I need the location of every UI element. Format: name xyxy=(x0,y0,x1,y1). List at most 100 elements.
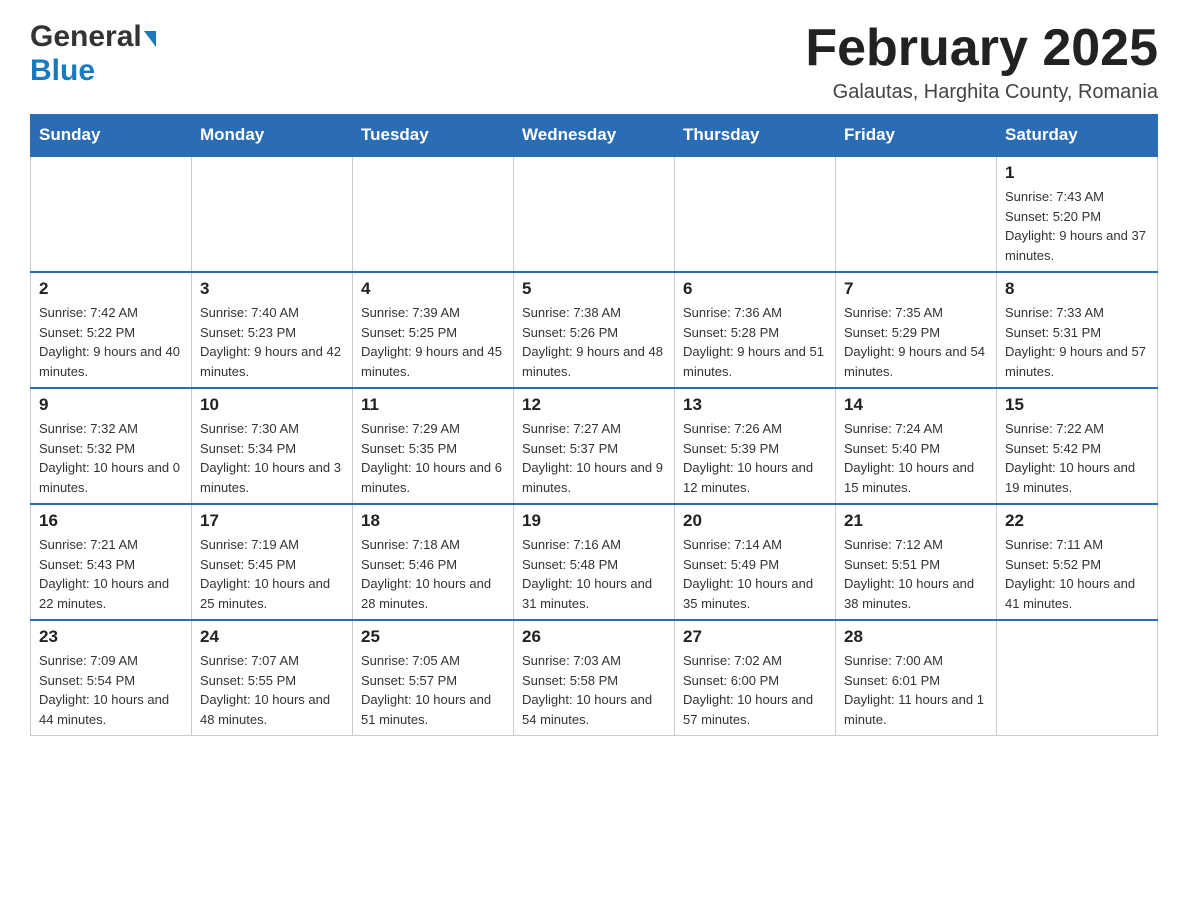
day-number: 1 xyxy=(1005,163,1149,183)
calendar-cell: 24 Sunrise: 7:07 AMSunset: 5:55 PMDayligh… xyxy=(192,620,353,736)
calendar-cell: 14 Sunrise: 7:24 AMSunset: 5:40 PMDayligh… xyxy=(836,388,997,504)
calendar-cell: 9Sunrise: 7:32 AMSunset: 5:32 PMDaylight… xyxy=(31,388,192,504)
calendar-week-2: 2 Sunrise: 7:42 AMSunset: 5:22 PMDaylight… xyxy=(31,272,1158,388)
logo-general-text: General xyxy=(30,20,142,54)
day-number: 24 xyxy=(200,627,344,647)
day-number: 18 xyxy=(361,511,505,531)
day-number: 27 xyxy=(683,627,827,647)
calendar-week-4: 16Sunrise: 7:21 AMSunset: 5:43 PMDayligh… xyxy=(31,504,1158,620)
day-number: 4 xyxy=(361,279,505,299)
day-info: Sunrise: 7:11 AMSunset: 5:52 PMDaylight:… xyxy=(1005,535,1149,613)
calendar-cell xyxy=(514,156,675,272)
day-info: Sunrise: 7:29 AMSunset: 5:35 PMDaylight:… xyxy=(361,419,505,497)
weekday-header-row: SundayMondayTuesdayWednesdayThursdayFrid… xyxy=(31,115,1158,157)
calendar-cell: 27 Sunrise: 7:02 AMSunset: 6:00 PMDayligh… xyxy=(675,620,836,736)
day-number: 26 xyxy=(522,627,666,647)
calendar-cell: 25Sunrise: 7:05 AMSunset: 5:57 PMDayligh… xyxy=(353,620,514,736)
calendar-week-5: 23Sunrise: 7:09 AMSunset: 5:54 PMDayligh… xyxy=(31,620,1158,736)
day-info: Sunrise: 7:38 AMSunset: 5:26 PMDaylight:… xyxy=(522,303,666,381)
day-info: Sunrise: 7:18 AMSunset: 5:46 PMDaylight:… xyxy=(361,535,505,613)
day-info: Sunrise: 7:07 AMSunset: 5:55 PMDaylight:… xyxy=(200,651,344,729)
calendar-subtitle: Galautas, Harghita County, Romania xyxy=(805,81,1158,104)
calendar-cell: 23Sunrise: 7:09 AMSunset: 5:54 PMDayligh… xyxy=(31,620,192,736)
day-number: 17 xyxy=(200,511,344,531)
day-number: 7 xyxy=(844,279,988,299)
day-info: Sunrise: 7:35 AMSunset: 5:29 PMDaylight:… xyxy=(844,303,988,381)
calendar-cell: 20 Sunrise: 7:14 AMSunset: 5:49 PMDayligh… xyxy=(675,504,836,620)
calendar-cell: 19 Sunrise: 7:16 AMSunset: 5:48 PMDayligh… xyxy=(514,504,675,620)
day-info: Sunrise: 7:27 AMSunset: 5:37 PMDaylight:… xyxy=(522,419,666,497)
day-number: 8 xyxy=(1005,279,1149,299)
day-number: 15 xyxy=(1005,395,1149,415)
day-info: Sunrise: 7:40 AMSunset: 5:23 PMDaylight:… xyxy=(200,303,344,381)
day-number: 6 xyxy=(683,279,827,299)
calendar-cell: 6 Sunrise: 7:36 AMSunset: 5:28 PMDaylight… xyxy=(675,272,836,388)
weekday-header-friday: Friday xyxy=(836,115,997,157)
logo-arrow-icon xyxy=(144,31,156,47)
calendar-cell: 17Sunrise: 7:19 AMSunset: 5:45 PMDayligh… xyxy=(192,504,353,620)
logo-blue-text: Blue xyxy=(30,54,95,87)
calendar-cell: 21 Sunrise: 7:12 AMSunset: 5:51 PMDayligh… xyxy=(836,504,997,620)
day-number: 13 xyxy=(683,395,827,415)
day-info: Sunrise: 7:22 AMSunset: 5:42 PMDaylight:… xyxy=(1005,419,1149,497)
day-number: 21 xyxy=(844,511,988,531)
calendar-cell: 22 Sunrise: 7:11 AMSunset: 5:52 PMDayligh… xyxy=(997,504,1158,620)
weekday-header-sunday: Sunday xyxy=(31,115,192,157)
day-number: 11 xyxy=(361,395,505,415)
weekday-header-tuesday: Tuesday xyxy=(353,115,514,157)
day-number: 20 xyxy=(683,511,827,531)
day-info: Sunrise: 7:24 AMSunset: 5:40 PMDaylight:… xyxy=(844,419,988,497)
calendar-cell: 10 Sunrise: 7:30 AMSunset: 5:34 PMDayligh… xyxy=(192,388,353,504)
day-number: 2 xyxy=(39,279,183,299)
weekday-header-thursday: Thursday xyxy=(675,115,836,157)
calendar-table: SundayMondayTuesdayWednesdayThursdayFrid… xyxy=(30,114,1158,736)
calendar-cell xyxy=(675,156,836,272)
page-header: General Blue February 2025 Galautas, Har… xyxy=(30,20,1158,104)
day-number: 22 xyxy=(1005,511,1149,531)
calendar-cell: 2 Sunrise: 7:42 AMSunset: 5:22 PMDaylight… xyxy=(31,272,192,388)
calendar-cell: 15 Sunrise: 7:22 AMSunset: 5:42 PMDayligh… xyxy=(997,388,1158,504)
day-info: Sunrise: 7:30 AMSunset: 5:34 PMDaylight:… xyxy=(200,419,344,497)
calendar-cell xyxy=(836,156,997,272)
calendar-week-1: 1Sunrise: 7:43 AMSunset: 5:20 PMDaylight… xyxy=(31,156,1158,272)
calendar-cell xyxy=(997,620,1158,736)
calendar-cell: 5 Sunrise: 7:38 AMSunset: 5:26 PMDaylight… xyxy=(514,272,675,388)
calendar-cell: 1Sunrise: 7:43 AMSunset: 5:20 PMDaylight… xyxy=(997,156,1158,272)
calendar-week-3: 9Sunrise: 7:32 AMSunset: 5:32 PMDaylight… xyxy=(31,388,1158,504)
day-number: 9 xyxy=(39,395,183,415)
day-number: 14 xyxy=(844,395,988,415)
day-info: Sunrise: 7:05 AMSunset: 5:57 PMDaylight:… xyxy=(361,651,505,729)
calendar-cell: 28 Sunrise: 7:00 AMSunset: 6:01 PMDayligh… xyxy=(836,620,997,736)
day-info: Sunrise: 7:02 AMSunset: 6:00 PMDaylight:… xyxy=(683,651,827,729)
day-info: Sunrise: 7:09 AMSunset: 5:54 PMDaylight:… xyxy=(39,651,183,729)
day-number: 10 xyxy=(200,395,344,415)
calendar-cell xyxy=(353,156,514,272)
calendar-cell: 11 Sunrise: 7:29 AMSunset: 5:35 PMDayligh… xyxy=(353,388,514,504)
weekday-header-monday: Monday xyxy=(192,115,353,157)
calendar-cell: 13 Sunrise: 7:26 AMSunset: 5:39 PMDayligh… xyxy=(675,388,836,504)
day-number: 5 xyxy=(522,279,666,299)
day-info: Sunrise: 7:12 AMSunset: 5:51 PMDaylight:… xyxy=(844,535,988,613)
calendar-cell: 18 Sunrise: 7:18 AMSunset: 5:46 PMDayligh… xyxy=(353,504,514,620)
calendar-title: February 2025 xyxy=(805,20,1158,77)
day-info: Sunrise: 7:03 AMSunset: 5:58 PMDaylight:… xyxy=(522,651,666,729)
day-info: Sunrise: 7:36 AMSunset: 5:28 PMDaylight:… xyxy=(683,303,827,381)
logo: General Blue xyxy=(30,20,156,88)
day-number: 3 xyxy=(200,279,344,299)
title-section: February 2025 Galautas, Harghita County,… xyxy=(805,20,1158,104)
weekday-header-saturday: Saturday xyxy=(997,115,1158,157)
day-info: Sunrise: 7:33 AMSunset: 5:31 PMDaylight:… xyxy=(1005,303,1149,381)
calendar-cell: 3 Sunrise: 7:40 AMSunset: 5:23 PMDaylight… xyxy=(192,272,353,388)
calendar-cell: 26 Sunrise: 7:03 AMSunset: 5:58 PMDayligh… xyxy=(514,620,675,736)
calendar-cell: 7 Sunrise: 7:35 AMSunset: 5:29 PMDaylight… xyxy=(836,272,997,388)
day-info: Sunrise: 7:26 AMSunset: 5:39 PMDaylight:… xyxy=(683,419,827,497)
calendar-cell xyxy=(31,156,192,272)
day-info: Sunrise: 7:00 AMSunset: 6:01 PMDaylight:… xyxy=(844,651,988,729)
day-info: Sunrise: 7:14 AMSunset: 5:49 PMDaylight:… xyxy=(683,535,827,613)
day-number: 19 xyxy=(522,511,666,531)
day-number: 28 xyxy=(844,627,988,647)
day-info: Sunrise: 7:16 AMSunset: 5:48 PMDaylight:… xyxy=(522,535,666,613)
calendar-cell: 12Sunrise: 7:27 AMSunset: 5:37 PMDayligh… xyxy=(514,388,675,504)
day-info: Sunrise: 7:42 AMSunset: 5:22 PMDaylight:… xyxy=(39,303,183,381)
weekday-header-wednesday: Wednesday xyxy=(514,115,675,157)
